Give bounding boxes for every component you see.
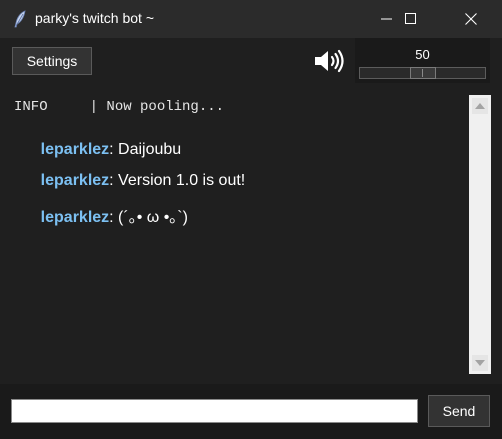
maximize-button[interactable] [388, 0, 434, 38]
chat-text: (´｡• ω •｡`) [118, 209, 188, 226]
message-input[interactable] [11, 399, 418, 423]
maximize-icon [405, 13, 416, 24]
volume-slider-thumb[interactable] [410, 67, 436, 79]
arrow-down-icon [475, 360, 485, 366]
arrow-up-icon [475, 103, 485, 109]
chat-log: INFO | Now pooling... leparklez: Daijoub… [11, 95, 469, 374]
chat-separator: : [109, 209, 119, 226]
chat-username: leparklez [40, 209, 110, 226]
feather-icon [14, 10, 26, 28]
chat-message: leparklez: (´｡• ω •｡`) [14, 185, 188, 245]
info-line: INFO | Now pooling... [14, 99, 225, 115]
close-icon [465, 13, 477, 25]
chat-panel: INFO | Now pooling... leparklez: Daijoub… [11, 95, 491, 374]
title-bar: parky's twitch bot ~ [0, 0, 502, 38]
send-button[interactable]: Send [428, 395, 490, 427]
volume-panel: 50 [355, 38, 490, 83]
close-button[interactable] [448, 0, 494, 38]
settings-button[interactable]: Settings [12, 47, 92, 75]
speaker-icon[interactable] [313, 47, 345, 75]
volume-slider[interactable] [359, 67, 486, 79]
scroll-down-button[interactable] [472, 355, 488, 371]
volume-value: 50 [415, 47, 430, 62]
chat-scrollbar[interactable] [469, 95, 491, 374]
window-title: parky's twitch bot ~ [35, 10, 154, 26]
scroll-up-button[interactable] [472, 98, 488, 114]
